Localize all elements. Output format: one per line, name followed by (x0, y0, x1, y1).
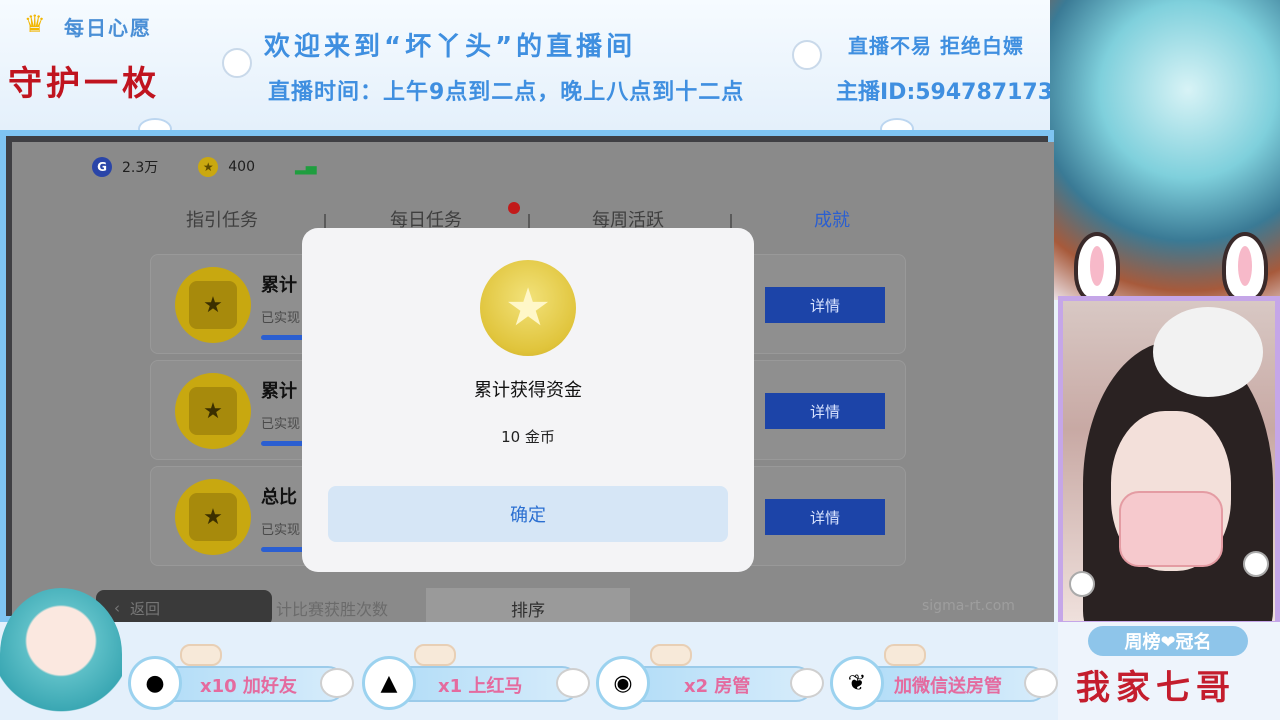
paw-icon (1243, 551, 1269, 577)
face-mask (1119, 491, 1223, 567)
dog-filter-icon (1153, 307, 1263, 397)
resource-bar: G 2.3万 ★ 400 ▂▄ (92, 154, 317, 180)
back-button[interactable]: ‹ 返回 (96, 590, 272, 622)
gift-text: x2 房管 (684, 676, 751, 697)
gift-text: x1 上红马 (438, 676, 523, 697)
weekly-rank-name: 我家七哥 (1076, 668, 1236, 708)
g-currency-icon: G (92, 157, 112, 177)
host-id: 主播ID:594787173 (836, 80, 1054, 105)
tab-guide-tasks[interactable]: 指引任务 (186, 206, 258, 232)
bunny-ear-icon (1074, 232, 1120, 302)
chevron-left-icon: ‹ (114, 599, 120, 617)
cat-sticker-icon (792, 40, 822, 70)
task-status: 已实现 (261, 523, 301, 538)
notification-dot (508, 202, 520, 214)
gift-text: x10 加好友 (200, 676, 297, 697)
user-avatar: ● (128, 656, 182, 710)
medal-icon: ★ (175, 267, 251, 343)
signal-icon: ▂▄ (295, 159, 317, 175)
task-status: 已实现 (261, 417, 301, 432)
cat-sticker-icon (650, 644, 692, 666)
user-avatar: ❦ (830, 656, 884, 710)
mascot-character (0, 588, 122, 720)
weekly-rank-title: 周榜❤冠名 (1088, 626, 1248, 656)
bear-sticker-icon (320, 668, 354, 698)
welcome-text: 欢迎来到“坏丫头”的直播间 (264, 32, 637, 62)
paw-icon (1069, 571, 1095, 597)
star-currency-value: 400 (228, 159, 255, 175)
task-title: 累计 (261, 381, 297, 402)
task-hint-text: 计比赛获胜次数 (276, 600, 389, 619)
back-label: 返回 (130, 599, 161, 618)
daily-wish-label: 每日心愿 (64, 16, 152, 40)
bear-sticker-icon (1024, 668, 1058, 698)
cat-sticker-icon (414, 644, 456, 666)
guard-text: 守护一枚 (8, 64, 160, 104)
star-currency-icon: ★ (198, 157, 219, 177)
bear-sticker-icon (790, 668, 824, 698)
task-title: 累计 (261, 275, 297, 296)
cat-sticker-icon (180, 644, 222, 666)
watermark: sigma-rt.com (922, 598, 1015, 614)
g-currency-value: 2.3万 (122, 160, 159, 176)
game-screen: G 2.3万 ★ 400 ▂▄ 指引任务 每日任务 每周活跃 成就 ★ 累计 已… (12, 142, 1054, 622)
user-avatar: ◉ (596, 656, 650, 710)
webcam-frame (1058, 296, 1280, 626)
medal-icon: ★ (175, 479, 251, 555)
gift-text: 加微信送房管 (894, 676, 1002, 697)
task-status: 已实现 (261, 311, 301, 326)
bear-sticker-icon (556, 668, 590, 698)
confirm-button[interactable]: 确定 (328, 486, 728, 542)
bunny-ear-icon (1222, 232, 1268, 302)
reward-amount: 10 金币 (501, 428, 555, 446)
cat-sticker-icon (884, 644, 926, 666)
dialog-title: 累计获得资金 (474, 380, 582, 401)
gold-coin-icon: ★ (480, 260, 576, 356)
task-title: 总比 (261, 487, 297, 508)
crown-icon: ♛ (24, 10, 46, 38)
cat-sticker-icon (222, 48, 252, 78)
tab-achievements[interactable]: 成就 (814, 206, 850, 232)
detail-button[interactable]: 详情 (765, 393, 885, 429)
stream-slogan: 直播不易 拒绝白嫖 (848, 34, 1024, 58)
user-avatar: ▲ (362, 656, 416, 710)
medal-icon: ★ (175, 373, 251, 449)
game-window-frame: G 2.3万 ★ 400 ▂▄ 指引任务 每日任务 每周活跃 成就 ★ 累计 已… (0, 130, 1054, 622)
detail-button[interactable]: 详情 (765, 499, 885, 535)
sort-button[interactable]: 排序 (426, 588, 630, 622)
stream-hours: 直播时间：上午9点到二点，晚上八点到十二点 (268, 80, 745, 105)
detail-button[interactable]: 详情 (765, 287, 885, 323)
reward-dialog: ★ 累计获得资金 10 金币 确定 (302, 228, 754, 572)
